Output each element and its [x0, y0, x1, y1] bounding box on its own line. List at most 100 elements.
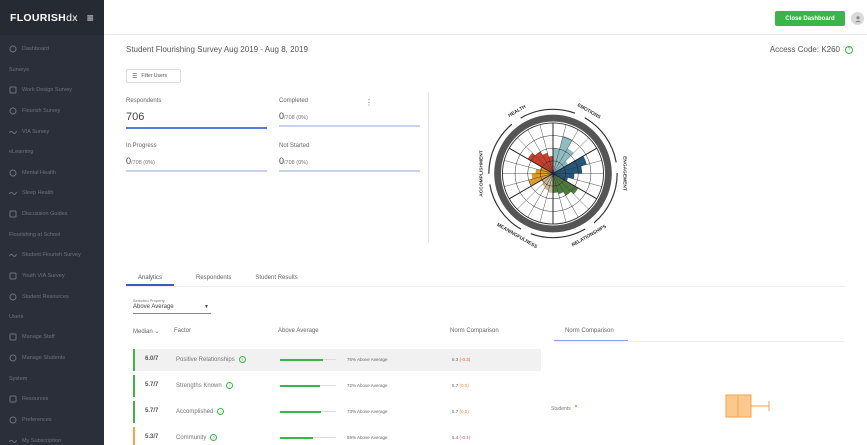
sidebar-item[interactable]: Work Design Survey	[0, 80, 104, 101]
sidebar-item[interactable]: Sleep Health	[0, 183, 104, 204]
user-avatar[interactable]	[851, 12, 864, 25]
manage-staff-icon	[9, 333, 17, 341]
sidebar-item[interactable]: Manage Students	[0, 348, 104, 369]
sidebar-item-label: Youth VIA Survey	[22, 272, 65, 279]
sidebar-item[interactable]: Manage Staff	[0, 327, 104, 348]
info-check-icon[interactable]: ?	[210, 434, 218, 441]
stat-label: Completed	[279, 98, 309, 104]
norm-value: 5.7 (0.0)	[452, 383, 469, 388]
brand-logo[interactable]: FLOURISHdx	[10, 12, 78, 24]
property-select[interactable]: Above Average ▼	[133, 304, 211, 314]
caret-down-icon: ▼	[204, 304, 209, 310]
subscription-icon	[9, 437, 17, 445]
median-value: 5.7/7	[145, 408, 159, 414]
sidebar-nav: Dashboard Surveys Work Design Survey Flouri…	[0, 35, 104, 445]
table-row[interactable]: 5.3/7 Community? 59% Above Average 5.4 (-0.…	[133, 427, 541, 445]
median-header[interactable]: Median ⌄	[133, 328, 159, 335]
norm-value: 6.3 (-0.3)	[452, 357, 471, 362]
stat-underline	[126, 170, 267, 172]
sidebar-item-label: Mental Health	[22, 169, 56, 176]
table-row[interactable]: 5.7/7 Accomplished? 73% Above Average 5.7 (…	[133, 401, 541, 423]
top-bar: Close Dashboard	[104, 0, 867, 35]
norm-diff: (-0.1)	[459, 435, 471, 440]
sidebar-item-label: Sleep Health	[22, 190, 54, 197]
filter-users-button[interactable]: ☰ Filter Users	[126, 69, 181, 83]
sleep-health-icon	[9, 189, 17, 197]
access-code-text: Access Code: K260	[769, 45, 840, 54]
tab-analytics[interactable]: Analytics	[126, 272, 175, 286]
brand-bar: FLOURISHdx ≡	[0, 0, 104, 35]
stat-completed: Completed 0/708 (0%)	[279, 98, 420, 127]
sidebar-item[interactable]: Preferences	[0, 409, 104, 430]
sidebar-item[interactable]: Resources	[0, 389, 104, 410]
info-check-icon[interactable]: ?	[238, 356, 246, 363]
sidebar-item-label: Flourish Survey	[22, 107, 61, 114]
property-select-value: Above Average	[133, 304, 174, 310]
flourish-icon	[9, 107, 17, 115]
sidebar-item[interactable]: Youth VIA Survey	[0, 265, 104, 286]
sidebar: FLOURISHdx ≡ Dashboard Surveys Work Design…	[0, 0, 104, 445]
section-divider	[428, 92, 429, 242]
wheel-label: ACCOMPLISHMENT	[478, 150, 484, 196]
stat-label: In Progress	[126, 143, 157, 149]
above-average-text: 59% Above Average	[347, 435, 388, 440]
factor-label: Strengths Known	[176, 382, 222, 389]
norm-diff: (-0.3)	[459, 357, 471, 362]
sidebar-item[interactable]: Student Flourish Survey	[0, 245, 104, 266]
filter-icon: ☰	[132, 73, 138, 80]
sidebar-item[interactable]: Dashboard	[0, 39, 104, 60]
tab-respondents[interactable]: Respondents	[184, 272, 243, 286]
close-dashboard-button[interactable]: Close Dashboard	[775, 11, 845, 26]
preferences-icon	[9, 416, 17, 424]
sidebar-item[interactable]: Flourish Survey	[0, 101, 104, 122]
access-code: Access Code: K260 ?	[770, 45, 853, 54]
sidebar-item-label: Work Design Survey	[22, 87, 73, 94]
sidebar-item[interactable]: Discussion Guides	[0, 204, 104, 225]
above-average-bar	[280, 358, 336, 361]
norm-boxplot	[574, 394, 770, 418]
norm-comparison-tab[interactable]: Norm Comparison	[554, 328, 628, 341]
sidebar-item-label: Manage Students	[22, 355, 66, 362]
factor-label: Positive Relationships	[176, 356, 235, 363]
manage-students-icon	[9, 354, 17, 362]
table-row[interactable]: 6.0/7 Positive Relationships? 76% Above Av…	[133, 349, 541, 371]
main-content: Student Flourishing Survey Aug 2019 - Au…	[104, 36, 867, 445]
sidebar-item-label: Student Flourish Survey	[22, 251, 81, 258]
table-row[interactable]: 5.7/7 Strengths Known? 72% Above Average 5.…	[133, 375, 541, 397]
median-value: 5.3/7	[145, 434, 159, 440]
tab-student-results[interactable]: Student Results	[243, 272, 309, 286]
sidebar-item-label: Resources	[22, 395, 49, 402]
boxplot-row-label: Students	[551, 406, 571, 412]
factor-name: Positive Relationships?	[176, 356, 246, 363]
above-average-fill	[280, 436, 314, 439]
dashboard-icon	[9, 45, 17, 53]
above-average-header: Above Average	[278, 328, 319, 334]
factor-header: Factor	[174, 328, 192, 334]
info-check-icon[interactable]: ?	[217, 408, 225, 415]
sidebar-item-label: VIA Survey	[22, 128, 50, 135]
sidebar-item-label: Discussion Guides	[22, 211, 68, 218]
sidebar-item[interactable]: Mental Health	[0, 162, 104, 183]
norm-panel-divider	[554, 341, 844, 342]
factor-label: Accomplished	[176, 408, 214, 415]
info-check-icon[interactable]: ?	[845, 45, 853, 54]
filter-users-label: Filter Users	[141, 73, 167, 79]
sidebar-item[interactable]: VIA Survey	[0, 121, 104, 142]
sidebar-section-label: Flourishing at School	[9, 231, 61, 238]
stat-underline	[279, 170, 420, 172]
sidebar-item-label: Manage Staff	[22, 334, 55, 341]
sidebar-item[interactable]: Student Resources	[0, 286, 104, 307]
work-design-icon	[9, 86, 17, 94]
sidebar-item[interactable]: My Subscription	[0, 430, 104, 445]
norm-diff: (0.0)	[459, 383, 469, 388]
resources-icon	[9, 395, 17, 403]
median-value: 6.0/7	[145, 356, 159, 362]
info-check-icon[interactable]: ?	[225, 382, 233, 389]
stat-in-progress: In Progress 0/708 (0%)	[126, 143, 267, 172]
stat-underline	[279, 125, 420, 127]
hamburger-menu-icon[interactable]: ≡	[87, 12, 94, 24]
wheel-label: ENGAGEMENT	[622, 156, 628, 191]
tab-bar: Analytics Respondents Student Results	[126, 272, 310, 286]
above-average-text: 73% Above Average	[347, 409, 388, 414]
stat-label: Not Started	[279, 143, 310, 149]
